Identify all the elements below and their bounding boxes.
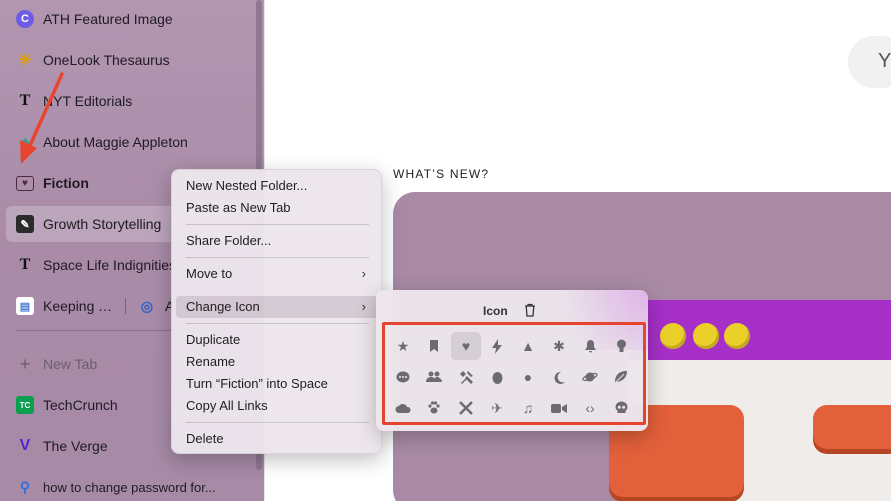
menu-separator	[186, 257, 369, 258]
icon-picker-title: Icon	[483, 304, 508, 318]
sidebar-item-label: The Verge	[43, 438, 108, 454]
menu-item-move-to[interactable]: Move to ›	[176, 263, 378, 285]
sidebar-item-nyt-editorials[interactable]: T NYT Editorials	[6, 83, 254, 119]
sun-icon: ☀	[17, 52, 33, 69]
menu-item-copy-all-links[interactable]: Copy All Links	[176, 395, 378, 417]
chevron-right-icon: ›	[361, 266, 366, 281]
menu-item-paste-as-new-tab[interactable]: Paste as New Tab	[176, 197, 378, 219]
split-divider	[125, 298, 126, 314]
menu-item-new-nested-folder[interactable]: New Nested Folder...	[176, 175, 378, 197]
sidebar-item-label: TechCrunch	[43, 397, 118, 413]
spiral-icon: ◎	[140, 297, 154, 314]
sidebar-item-label: About Maggie Appleton	[43, 134, 188, 150]
menu-separator	[186, 224, 369, 225]
menu-item-duplicate[interactable]: Duplicate	[176, 329, 378, 351]
nyt-icon: T	[19, 92, 31, 109]
folder-context-menu: New Nested Folder... Paste as New Tab Sh…	[171, 169, 382, 454]
canva-icon: C	[16, 10, 34, 28]
menu-item-change-icon[interactable]: Change Icon ›	[176, 296, 378, 318]
sidebar-item-label: ATH Featured Image	[43, 11, 173, 27]
menu-item-label: Change Icon	[186, 299, 260, 314]
sidebar-item-ath-featured-image[interactable]: C ATH Featured Image	[6, 1, 254, 37]
menu-item-turn-into-space[interactable]: Turn “Fiction” into Space	[176, 373, 378, 395]
plus-icon: +	[19, 353, 31, 374]
sidebar-item-label: Growth Storytelling	[43, 216, 162, 232]
verge-icon: V	[19, 437, 31, 454]
doc-icon: ▤	[16, 297, 34, 315]
sidebar-item-label: Space Life Indignities	[43, 257, 177, 273]
illustration-block	[813, 405, 891, 449]
illustration-dot	[693, 323, 719, 349]
sidebar-item-label: NYT Editorials	[43, 93, 133, 109]
sidebar-item-label: how to change password for...	[43, 479, 216, 495]
illustration-dot	[660, 323, 686, 349]
sidebar-item-onelook-thesaurus[interactable]: ☀ OneLook Thesaurus	[6, 42, 254, 78]
trash-icon[interactable]	[524, 303, 536, 320]
sidebar-item-label: Keeping T...	[43, 298, 116, 314]
icon-grid-highlight	[382, 322, 646, 425]
search-pill[interactable]: Y	[848, 36, 891, 88]
sidebar-item-search[interactable]: ⚲ how to change password for...	[6, 469, 254, 501]
sidebar-item-label: OneLook Thesaurus	[43, 52, 170, 68]
menu-item-delete[interactable]: Delete	[176, 428, 378, 450]
chevron-right-icon: ›	[361, 299, 366, 314]
pill-text: Y	[878, 50, 891, 72]
leaf-icon: ◆	[20, 135, 30, 149]
sidebar-item-about-maggie-appleton[interactable]: ◆ About Maggie Appleton	[6, 124, 254, 160]
new-tab-label: New Tab	[43, 356, 98, 372]
whats-new-heading: WHAT’S NEW?	[393, 167, 490, 181]
menu-separator	[186, 323, 369, 324]
sidebar-item-keeping[interactable]: ▤ Keeping T...	[6, 288, 116, 324]
nyt-icon: T	[19, 256, 31, 273]
menu-item-label: Move to	[186, 266, 233, 281]
search-icon: ⚲	[19, 478, 31, 495]
menu-separator	[186, 422, 369, 423]
pen-icon: ✎	[16, 215, 34, 233]
techcrunch-icon: TC	[16, 396, 34, 414]
menu-item-rename[interactable]: Rename	[176, 351, 378, 373]
sidebar-item-label: Fiction	[43, 175, 89, 191]
folder-heart-icon: ♥	[16, 175, 34, 191]
menu-item-share-folder[interactable]: Share Folder...	[176, 230, 378, 252]
illustration-dot	[724, 323, 750, 349]
